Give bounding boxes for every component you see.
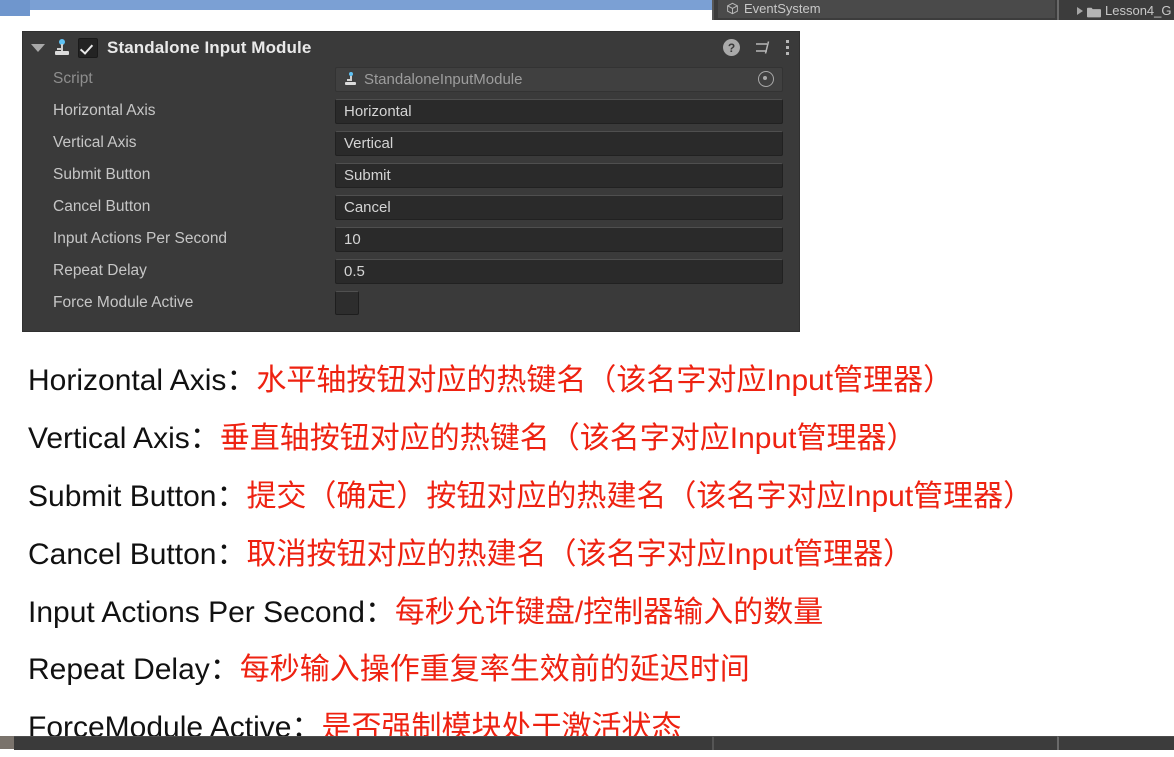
cube-icon — [726, 2, 739, 15]
note-term: Submit Button： — [28, 479, 247, 513]
foldout-triangle-icon[interactable] — [31, 43, 45, 52]
script-object-field[interactable]: StandaloneInputModule — [335, 66, 783, 92]
explanation-notes: Horizontal Axis：水平轴按钮对应的热键名（该名字对应Input管理… — [28, 352, 1158, 757]
component-title: Standalone Input Module — [107, 37, 312, 57]
folder-icon — [1087, 5, 1101, 18]
property-row-cancel-button: Cancel Button Cancel — [23, 191, 791, 223]
preset-sliders-icon[interactable] — [754, 39, 771, 56]
note-desc: 垂直轴按钮对应的热键名（该名字对应Input管理器） — [219, 421, 917, 455]
note-desc: 水平轴按钮对应的热键名（该名字对应Input管理器） — [256, 364, 954, 397]
script-joystick-icon — [53, 38, 71, 57]
note-desc: 每秒允许键盘/控制器输入的数量 — [394, 595, 824, 629]
editor-bottom-strip — [0, 736, 1174, 750]
inspector-component-panel: Standalone Input Module ? Script Standal… — [22, 31, 800, 332]
note-term: Input Actions Per Second： — [28, 595, 395, 629]
field-value: Horizontal — [344, 102, 412, 120]
note-desc: 每秒输入操作重复率生效前的延迟时间 — [239, 653, 750, 687]
property-label: Vertical Axis — [53, 134, 137, 151]
property-row-vertical-axis: Vertical Axis Vertical — [23, 127, 791, 159]
property-label: Cancel Button — [53, 198, 151, 215]
bottom-strip-hierarchy — [712, 736, 1059, 750]
property-row-horizontal-axis: Horizontal Axis Horizontal — [23, 95, 791, 127]
editor-top-strip: EventSystem Lesson4_G — [0, 0, 1174, 20]
note-term: Repeat Delay： — [28, 653, 240, 687]
bottom-strip-project — [1057, 736, 1174, 750]
help-icon[interactable]: ? — [723, 39, 740, 56]
hierarchy-panel: EventSystem — [712, 0, 1059, 20]
note-desc: 提交（确定）按钮对应的热建名（该名字对应Input管理器） — [246, 479, 1034, 513]
property-label: Horizontal Axis — [53, 102, 156, 119]
cancel-button-input[interactable]: Cancel — [335, 194, 783, 220]
project-tree-item[interactable]: Lesson4_G — [1077, 3, 1172, 18]
component-enabled-checkbox[interactable] — [78, 37, 98, 58]
submit-button-input[interactable]: Submit — [335, 162, 783, 188]
scene-view-top-edge — [30, 0, 712, 10]
chevron-right-icon[interactable] — [1077, 6, 1083, 15]
property-label: Submit Button — [53, 166, 151, 183]
property-row-repeat-delay: Repeat Delay 0.5 — [23, 255, 791, 287]
property-label: Repeat Delay — [53, 262, 147, 279]
component-header[interactable]: Standalone Input Module ? — [23, 32, 799, 63]
input-actions-per-second-input[interactable]: 10 — [335, 226, 783, 252]
property-label: Force Module Active — [53, 294, 194, 311]
note-line: Horizontal Axis：水平轴按钮对应的热键名（该名字对应Input管理… — [28, 352, 1158, 410]
property-row-input-actions-per-second: Input Actions Per Second 10 — [23, 223, 791, 255]
vertical-axis-input[interactable]: Vertical — [335, 130, 783, 156]
field-value: 10 — [344, 230, 361, 248]
property-label: Input Actions Per Second — [53, 230, 228, 247]
object-picker-icon[interactable] — [758, 71, 774, 87]
note-line: Input Actions Per Second：每秒允许键盘/控制器输入的数量 — [28, 584, 1158, 642]
field-value: Vertical — [344, 134, 394, 152]
kebab-menu-icon[interactable] — [785, 40, 790, 55]
bottom-strip-scene — [14, 736, 712, 750]
note-term: Cancel Button： — [28, 537, 247, 571]
note-desc: 取消按钮对应的热建名（该名字对应Input管理器） — [246, 537, 914, 571]
hierarchy-item-eventsystem[interactable]: EventSystem — [718, 0, 1055, 18]
property-row-force-module-active: Force Module Active — [23, 287, 791, 319]
bottom-strip-left — [0, 736, 14, 749]
hierarchy-item-label: EventSystem — [744, 1, 821, 16]
force-module-active-checkbox[interactable] — [335, 291, 359, 315]
project-folder-label: Lesson4_G — [1105, 3, 1172, 18]
hierarchy-selected-row-blue — [0, 0, 30, 16]
property-row-submit-button: Submit Button Submit — [23, 159, 791, 191]
note-line: Cancel Button：取消按钮对应的热建名（该名字对应Input管理器） — [28, 526, 1158, 584]
horizontal-axis-input[interactable]: Horizontal — [335, 98, 783, 124]
note-line: Submit Button：提交（确定）按钮对应的热建名（该名字对应Input管… — [28, 468, 1158, 526]
field-value: Submit — [344, 166, 391, 184]
field-value: StandaloneInputModule — [364, 70, 523, 88]
note-term: Vertical Axis： — [28, 421, 220, 455]
project-panel: Lesson4_G — [1057, 0, 1174, 20]
property-row-script: Script StandaloneInputModule — [23, 63, 791, 95]
component-header-icons: ? — [723, 39, 790, 56]
script-joystick-icon — [344, 72, 358, 86]
component-property-rows: Script StandaloneInputModule Horizontal … — [23, 63, 799, 319]
note-line: Vertical Axis：垂直轴按钮对应的热键名（该名字对应Input管理器） — [28, 410, 1158, 468]
repeat-delay-input[interactable]: 0.5 — [335, 258, 783, 284]
field-value: Cancel — [344, 198, 391, 216]
note-line: Repeat Delay：每秒输入操作重复率生效前的延迟时间 — [28, 641, 1158, 699]
note-term: Horizontal Axis： — [28, 364, 257, 397]
property-label: Script — [53, 70, 93, 87]
field-value: 0.5 — [344, 262, 365, 280]
